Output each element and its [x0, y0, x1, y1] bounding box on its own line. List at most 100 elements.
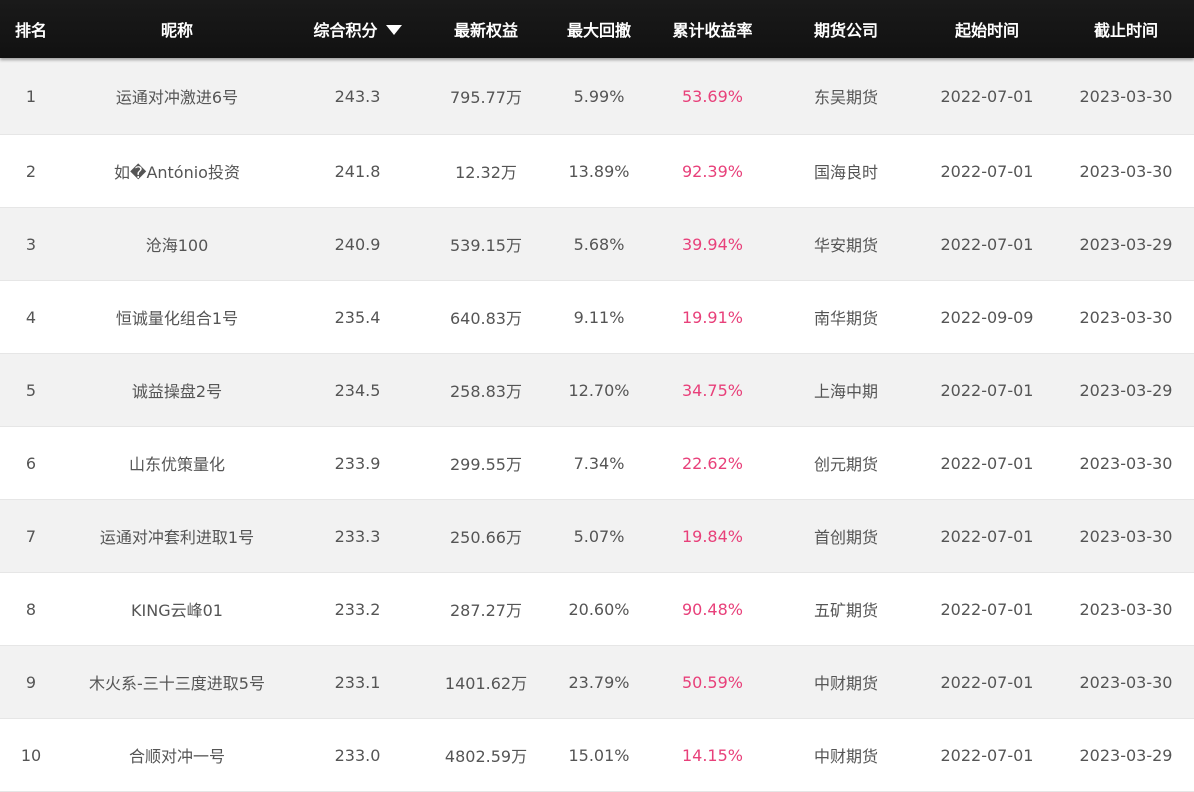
company-cell: 东吴期货 — [813, 88, 878, 107]
cumulative-return-cell: 90.48% — [681, 599, 743, 619]
company-cell: 国海良时 — [813, 163, 878, 182]
header-company: 期货公司 — [813, 21, 878, 40]
rank-cell: 6 — [25, 453, 37, 473]
score-cell: 243.3 — [334, 86, 381, 106]
table-row[interactable]: 5 诚益操盘2号 234.5 258.83万 12.70% 34.75% 上海中期 2022-… — [0, 354, 1194, 427]
max-drawdown-cell: 15.01% — [568, 745, 630, 765]
end-date-cell: 2023-03-30 — [1079, 86, 1173, 106]
nickname-cell: 合顺对冲一号 — [128, 747, 225, 766]
rank-cell: 9 — [25, 672, 37, 692]
start-date-cell: 2022-09-09 — [940, 307, 1034, 327]
score-cell: 233.0 — [334, 745, 381, 765]
header-score-label: 综合积分 — [313, 21, 378, 40]
nickname-cell: 运通对冲套利进取1号 — [99, 528, 255, 547]
nickname-cell: 木火系-三十三度进取5号 — [89, 674, 265, 693]
equity-cell: 258.83万 — [450, 382, 522, 401]
start-date-cell: 2022-07-01 — [940, 86, 1034, 106]
rank-cell: 2 — [25, 161, 37, 181]
max-drawdown-cell: 5.68% — [573, 234, 625, 254]
cumulative-return-cell: 53.69% — [681, 86, 743, 106]
cumulative-return-cell: 14.15% — [681, 745, 743, 765]
rank-cell: 3 — [25, 234, 37, 254]
nickname-cell: 沧海100 — [145, 236, 209, 255]
equity-cell: 539.15万 — [450, 236, 522, 255]
company-cell: 中财期货 — [813, 674, 878, 693]
rank-cell: 4 — [25, 307, 37, 327]
equity-cell: 250.66万 — [450, 528, 522, 547]
cumulative-return-cell: 22.62% — [681, 453, 743, 473]
table-header: 排名 昵称 综合积分 最新权益 最大回撤 累计收益率 期货公司 起始时间 截止时… — [0, 0, 1194, 58]
start-date-cell: 2022-07-01 — [940, 453, 1034, 473]
score-cell: 235.4 — [334, 307, 381, 327]
nickname-cell: KING云峰01 — [131, 601, 223, 620]
end-date-cell: 2023-03-30 — [1079, 599, 1173, 619]
score-cell: 240.9 — [334, 234, 381, 254]
company-cell: 五矿期货 — [813, 601, 878, 620]
max-drawdown-cell: 20.60% — [568, 599, 630, 619]
cumulative-return-cell: 92.39% — [681, 161, 743, 181]
table-row[interactable]: 3 沧海100 240.9 539.15万 5.68% 39.94% 华安期货 2022-07… — [0, 208, 1194, 281]
end-date-cell: 2023-03-29 — [1079, 745, 1173, 765]
cumulative-return-cell: 39.94% — [681, 234, 743, 254]
company-cell: 创元期货 — [813, 455, 878, 474]
score-cell: 233.3 — [334, 526, 381, 546]
header-rank: 排名 — [14, 21, 47, 40]
start-date-cell: 2022-07-01 — [940, 380, 1034, 400]
nickname-cell: 诚益操盘2号 — [131, 382, 223, 401]
cumulative-return-cell: 50.59% — [681, 672, 743, 692]
end-date-cell: 2023-03-30 — [1079, 672, 1173, 692]
cumulative-return-cell: 34.75% — [681, 380, 743, 400]
end-date-cell: 2023-03-30 — [1079, 161, 1173, 181]
max-drawdown-cell: 5.07% — [573, 526, 625, 546]
header-nickname: 昵称 — [160, 21, 193, 40]
table-row[interactable]: 10 合顺对冲一号 233.0 4802.59万 15.01% 14.15% 中财期货 202… — [0, 719, 1194, 792]
header-equity: 最新权益 — [453, 21, 518, 40]
nickname-cell: 恒诚量化组合1号 — [115, 309, 239, 328]
table-row[interactable]: 2 如�António投资 241.8 12.32万 13.89% 92.39% 国海良时 2… — [0, 135, 1194, 208]
company-cell: 首创期货 — [813, 528, 878, 547]
ranking-table: 排名 昵称 综合积分 最新权益 最大回撤 累计收益率 期货公司 起始时间 截止时… — [0, 0, 1194, 792]
company-cell: 中财期货 — [813, 747, 878, 766]
rank-cell: 8 — [25, 599, 37, 619]
max-drawdown-cell: 5.99% — [573, 86, 625, 106]
table-row[interactable]: 4 恒诚量化组合1号 235.4 640.83万 9.11% 19.91% 南华期货 2022… — [0, 281, 1194, 354]
header-start-date: 起始时间 — [954, 21, 1019, 40]
header-cumulative-return: 累计收益率 — [672, 21, 753, 40]
nickname-cell: 如�António投资 — [114, 163, 240, 182]
start-date-cell: 2022-07-01 — [940, 161, 1034, 181]
start-date-cell: 2022-07-01 — [940, 599, 1034, 619]
max-drawdown-cell: 12.70% — [568, 380, 630, 400]
sort-down-icon[interactable] — [385, 25, 402, 35]
table-row[interactable]: 1 运通对冲激进6号 243.3 795.77万 5.99% 53.69% 东吴期货 2022… — [0, 58, 1194, 135]
header-score[interactable]: 综合积分 — [292, 17, 423, 41]
end-date-cell: 2023-03-30 — [1079, 526, 1173, 546]
company-cell: 上海中期 — [813, 382, 878, 401]
equity-cell: 795.77万 — [450, 88, 522, 107]
rank-cell: 5 — [25, 380, 37, 400]
table-row[interactable]: 8 KING云峰01 233.2 287.27万 20.60% 90.48% 五矿期货 202… — [0, 573, 1194, 646]
score-cell: 233.2 — [334, 599, 381, 619]
nickname-cell: 山东优策量化 — [128, 455, 225, 474]
cumulative-return-cell: 19.84% — [681, 526, 743, 546]
end-date-cell: 2023-03-30 — [1079, 453, 1173, 473]
table-row[interactable]: 6 山东优策量化 233.9 299.55万 7.34% 22.62% 创元期货 2022-0… — [0, 427, 1194, 500]
header-max-drawdown: 最大回撤 — [566, 21, 631, 40]
score-cell: 233.9 — [334, 453, 381, 473]
table-row[interactable]: 7 运通对冲套利进取1号 233.3 250.66万 5.07% 19.84% 首创期货 20… — [0, 500, 1194, 573]
max-drawdown-cell: 9.11% — [573, 307, 625, 327]
equity-cell: 1401.62万 — [444, 674, 528, 693]
equity-cell: 640.83万 — [450, 309, 522, 328]
rank-cell: 10 — [20, 745, 42, 765]
equity-cell: 287.27万 — [450, 601, 522, 620]
company-cell: 华安期货 — [813, 236, 878, 255]
start-date-cell: 2022-07-01 — [940, 672, 1034, 692]
end-date-cell: 2023-03-29 — [1079, 380, 1173, 400]
rank-cell: 1 — [25, 86, 37, 106]
equity-cell: 4802.59万 — [444, 747, 528, 766]
equity-cell: 299.55万 — [450, 455, 522, 474]
table-body: 1 运通对冲激进6号 243.3 795.77万 5.99% 53.69% 东吴期货 2022… — [0, 58, 1194, 792]
table-row[interactable]: 9 木火系-三十三度进取5号 233.1 1401.62万 23.79% 50.59% 中财… — [0, 646, 1194, 719]
rank-cell: 7 — [25, 526, 37, 546]
end-date-cell: 2023-03-30 — [1079, 307, 1173, 327]
start-date-cell: 2022-07-01 — [940, 234, 1034, 254]
